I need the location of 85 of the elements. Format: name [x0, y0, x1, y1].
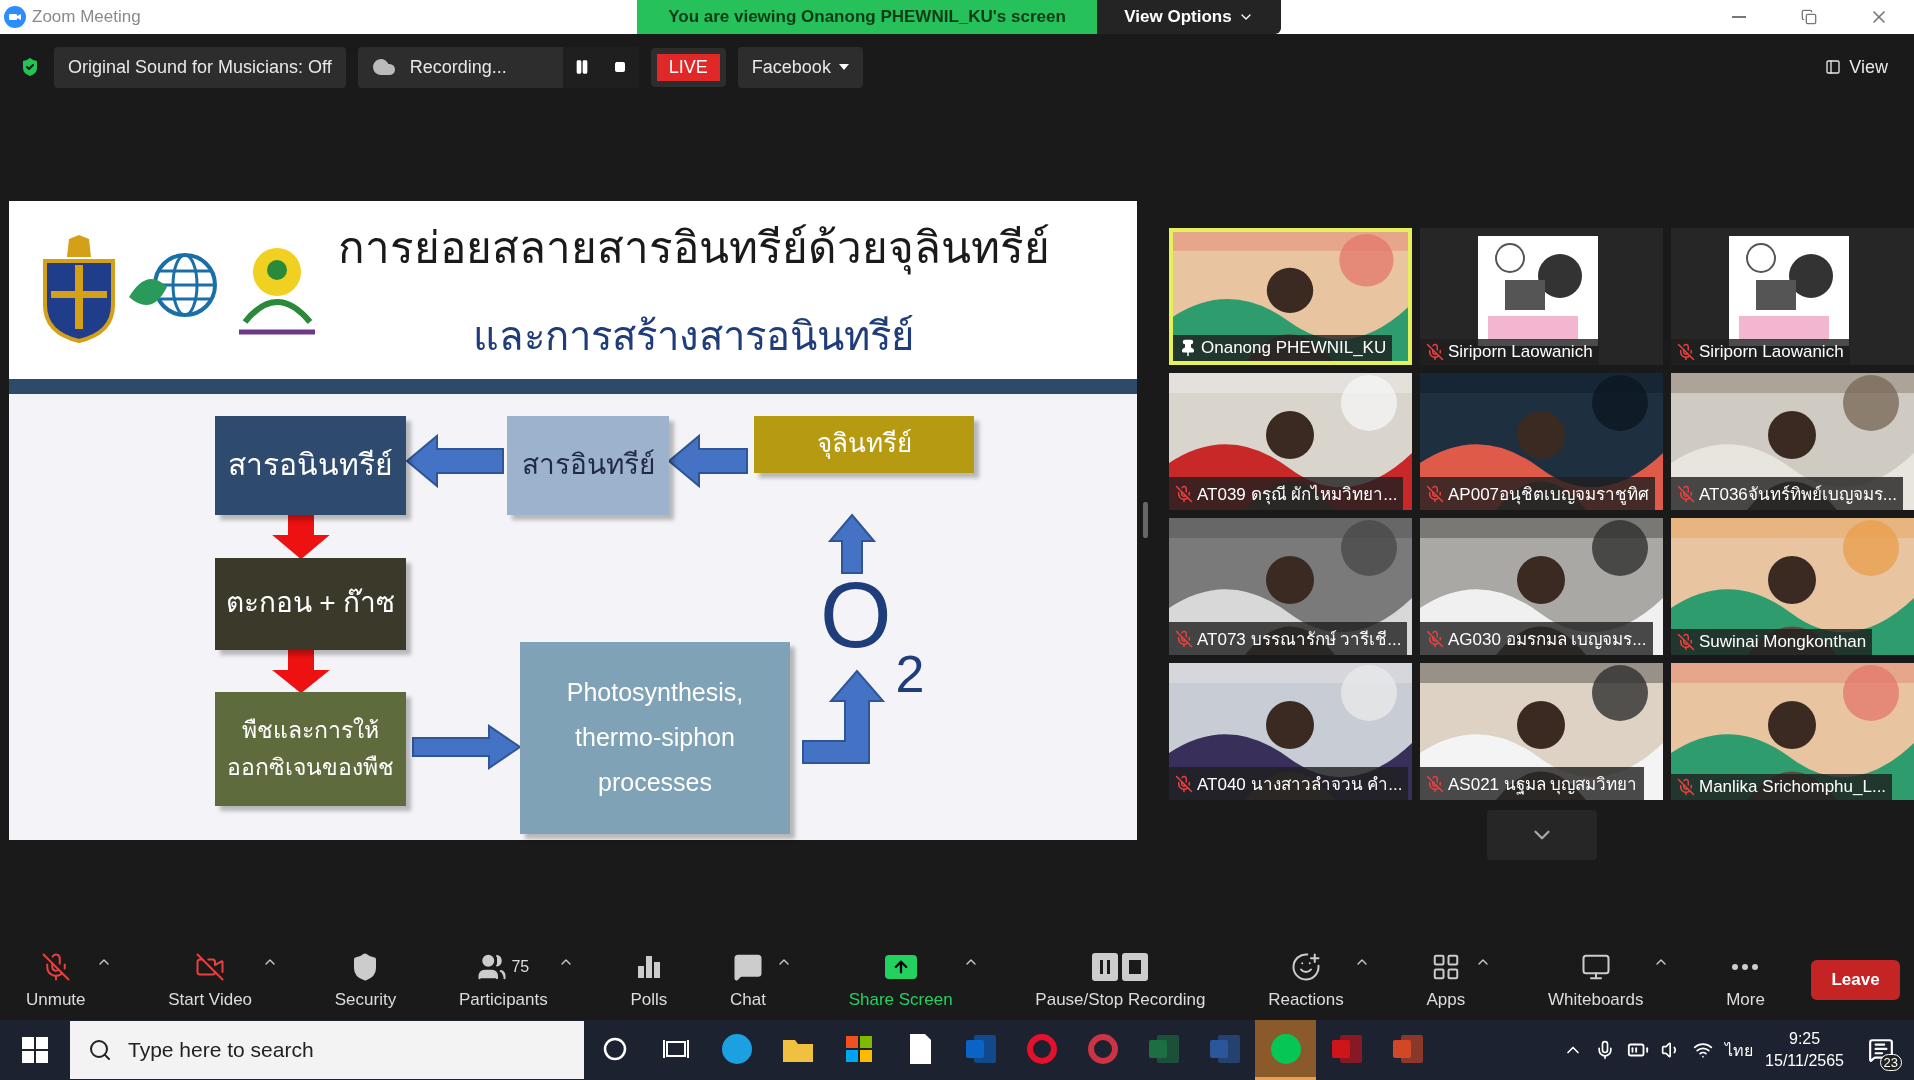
wifi-icon[interactable] [1693, 1040, 1714, 1060]
muted-mic-icon [1677, 778, 1695, 796]
toolbar-button[interactable]: Reactions [1262, 946, 1350, 1014]
pause-stop-icon [1092, 953, 1149, 981]
app-logo-icon [4, 6, 26, 28]
windows-logo-icon [22, 1037, 48, 1063]
screen-share-banner: You are viewing Onanong PHEWNIL_KU's screen [637, 0, 1097, 34]
participant-name: AT040 นางสาวลำจวน คำ... [1197, 774, 1403, 796]
opera-app-icon [1024, 1031, 1059, 1066]
recording-status: Recording... [409, 56, 508, 78]
toolbar-button[interactable]: Apps [1420, 946, 1472, 1014]
participants-icon [477, 952, 508, 982]
participant-name: AS021 นฐมล บุญสมวิทยา [1448, 774, 1638, 797]
participant-name: AT073 บรรณารักษ์ วารีเชี... [1197, 629, 1402, 651]
clock[interactable]: 9:25 15/11/2565 [1765, 1030, 1844, 1070]
stop-icon [613, 61, 626, 73]
toolbar-button[interactable]: More [1720, 946, 1771, 1014]
stream-target-dropdown[interactable]: Facebook [737, 46, 863, 88]
minimize-icon [1732, 16, 1746, 18]
toolbar-button[interactable]: Security [328, 946, 403, 1014]
slide-subtitle: และการสร้างสารอนินทรีย์ [473, 312, 914, 360]
down-arrow [272, 513, 330, 559]
pause-button[interactable] [562, 46, 601, 88]
task-view-icon [662, 1037, 689, 1060]
muted-mic-icon [1677, 343, 1695, 361]
muted-mic-icon [1175, 774, 1193, 793]
participant-name: AT036จันทร์ทิพย์เบญจมร... [1699, 484, 1897, 506]
diagram-box: สารอนินทรีย์ [215, 415, 406, 515]
toolbar-button[interactable]: Start Video [162, 946, 259, 1014]
toolbar-button[interactable]: Polls [624, 946, 674, 1014]
diagram-box: พืชและการให้ ออกซิเจนของพืช [215, 691, 406, 806]
toolbar-button[interactable]: Unmute [20, 946, 92, 1014]
muted-mic-icon [1426, 774, 1444, 793]
participant-name: Siriporn Laowanich [1699, 342, 1844, 362]
circle-icon [602, 1036, 627, 1061]
muted-mic-icon [1175, 484, 1193, 503]
notifications-button[interactable]: 23 [1856, 1025, 1906, 1075]
muted-mic-icon [1677, 484, 1695, 503]
participant-name: Suwinai Mongkonthan [1699, 632, 1867, 652]
muted-mic-icon [1677, 633, 1695, 651]
participant-name: AG030 อมรกมล เบญจมร... [1448, 629, 1647, 651]
diagram-box: ตะกอน + ก๊าซ [215, 557, 406, 650]
search-field[interactable]: Type here to search [70, 1021, 584, 1079]
chat-icon [733, 952, 763, 982]
toolbar-button[interactable]: Pause/Stop Recording [1029, 946, 1212, 1014]
toolbar-button[interactable]: Share Screen [842, 946, 959, 1014]
down-arrow [272, 648, 330, 693]
diagram-box: Photosynthesis, thermo-siphon processes [520, 641, 790, 834]
reaction-icon [1290, 952, 1321, 982]
muted-mic-icon [1175, 629, 1193, 648]
muted-mic-icon [40, 952, 71, 982]
muted-mic-icon [1426, 343, 1444, 361]
original-sound-button[interactable]: Original Sound for Musicians: Off [54, 46, 346, 88]
view-options-button[interactable]: View Options [1097, 0, 1281, 34]
video-off-icon [195, 952, 226, 982]
toolbar-button[interactable]: 75 Participants [452, 946, 554, 1014]
layout-icon [1825, 59, 1842, 75]
participant-name: Onanong PHEWNIL_KU [1201, 338, 1387, 358]
toolbar-button[interactable]: Whiteboards [1541, 946, 1650, 1014]
dropdown-caret-icon [838, 64, 849, 70]
more-icon [1732, 964, 1759, 970]
leave-button[interactable]: Leave [1811, 960, 1900, 1000]
live-badge: LIVE [650, 47, 726, 87]
up-arrow [827, 512, 877, 574]
splitter-handle[interactable] [1143, 502, 1148, 538]
input-language[interactable]: ไทย [1725, 1037, 1754, 1063]
pin-icon [1179, 339, 1197, 357]
oxygen-formula: O$_{2}$ [820, 568, 925, 700]
search-icon [88, 1038, 112, 1062]
bar-chart-icon [635, 954, 662, 980]
participant-name: Siriporn Laowanich [1448, 342, 1593, 362]
muted-mic-icon [1426, 629, 1444, 648]
participant-name: Manlika Srichomphu_L... [1699, 777, 1887, 797]
slide-title: การย่อยสลายสารอินทรีย์ด้วยจุลินทรีย์ [337, 211, 1050, 282]
stop-button[interactable] [600, 46, 639, 88]
window-title: Zoom Meeting [32, 7, 141, 27]
share-screen-icon [884, 955, 917, 979]
diagram-box: จุลินทรีย์ [754, 415, 974, 473]
participant-name: AP007อนุชิตเบญจมราชูทิศ [1448, 484, 1650, 507]
toolbar-button[interactable]: Chat [724, 946, 772, 1014]
restore-icon [1801, 9, 1817, 25]
participant-name: AT039 ดรุณี ผักไหมวิทยา... [1197, 483, 1398, 507]
whiteboard-icon [1580, 952, 1611, 982]
diagram-box: สารอินทรีย์ [507, 415, 669, 515]
muted-mic-icon [1426, 484, 1444, 503]
